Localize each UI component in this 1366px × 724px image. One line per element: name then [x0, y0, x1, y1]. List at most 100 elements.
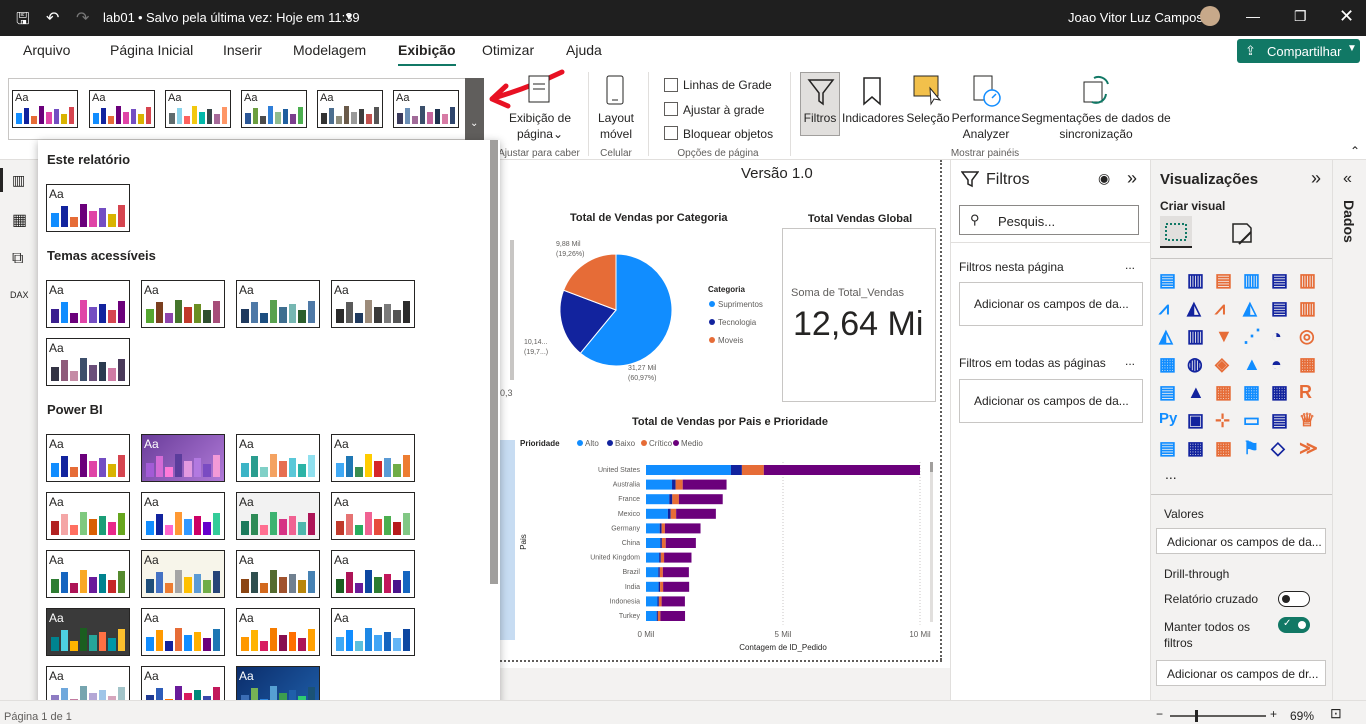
visual-type-icon[interactable]: ▦	[1215, 382, 1237, 404]
visual-type-icon[interactable]: ▦	[1271, 382, 1293, 404]
minimize-icon[interactable]: —	[1246, 8, 1260, 24]
dax-query-icon[interactable]: DAX	[10, 290, 29, 300]
page-filters-dropzone[interactable]: Adicionar os campos de da...	[959, 282, 1143, 326]
theme-thumbnail[interactable]: Aa	[46, 550, 130, 598]
visual-type-icon[interactable]: ▥	[1187, 326, 1209, 348]
gridlines-checkbox[interactable]	[664, 78, 678, 92]
tab-inserir[interactable]: Inserir	[223, 42, 262, 58]
visual-type-icon[interactable]: ▥	[1187, 270, 1209, 292]
snap-grid-checkbox[interactable]	[664, 102, 678, 116]
visual-type-icon[interactable]: ≫	[1299, 438, 1321, 460]
report-view-icon[interactable]: ▥	[12, 172, 25, 189]
visual-type-icon[interactable]: ▤	[1215, 270, 1237, 292]
visual-type-icon[interactable]: ◇	[1271, 438, 1293, 460]
theme-thumbnail[interactable]: Aa	[236, 550, 320, 598]
pie-chart[interactable]: 31,27 Mil (60,97%) 10,14... (19,7...) 9,88 M…	[516, 240, 786, 400]
save-icon[interactable]: 🖫	[16, 8, 30, 35]
bookmarks-button[interactable]: Indicadores	[842, 110, 904, 126]
tab-otimizar[interactable]: Otimizar	[482, 42, 534, 58]
card-visual[interactable]: Total Vendas Global Soma de Total_Vendas…	[782, 213, 936, 402]
build-visual-tab[interactable]	[1160, 216, 1192, 248]
collapse-filters-icon[interactable]: »	[1127, 168, 1137, 189]
visual-type-icon[interactable]: ▤	[1271, 298, 1293, 320]
visual-type-icon[interactable]: ◍	[1187, 354, 1209, 376]
theme-thumbnail[interactable]: Aa	[46, 608, 130, 656]
visual-type-icon[interactable]: ▲	[1243, 354, 1265, 376]
tab-arquivo[interactable]: Arquivo	[23, 42, 70, 58]
visual-type-icon[interactable]: ▤	[1159, 270, 1181, 292]
zoom-out-icon[interactable]: −	[1156, 707, 1163, 721]
stacked-bar-chart[interactable]: Prioridade Alto Baixo Crítico Medio 0 Mil 5 Mi…	[518, 432, 938, 656]
model-view-icon[interactable]: ⧉	[12, 250, 23, 268]
visual-type-icon[interactable]: ▦	[1215, 438, 1237, 460]
data-pane-collapsed[interactable]: « Dados	[1332, 160, 1366, 700]
visual-type-icon[interactable]: ◈	[1215, 354, 1237, 376]
visual-type-icon[interactable]: ▲	[1187, 382, 1209, 404]
keep-filters-toggle[interactable]: ✓	[1278, 617, 1310, 633]
zoom-slider[interactable]	[1170, 715, 1266, 717]
format-visual-icon[interactable]	[1229, 220, 1257, 248]
visual-type-icon[interactable]: ▭	[1243, 410, 1265, 432]
selection-button[interactable]: Seleção	[905, 110, 951, 126]
theme-thumbnail[interactable]: Aa	[236, 608, 320, 656]
filters-search-input[interactable]: ⚲ Pesquis...	[959, 205, 1139, 235]
cross-report-toggle[interactable]	[1278, 591, 1310, 607]
visual-type-icon[interactable]: Py	[1159, 410, 1181, 432]
theme-thumbnail[interactable]: Aa	[46, 434, 130, 482]
visual-type-icon[interactable]: ⊹	[1215, 410, 1237, 432]
tab-pagina-inicial[interactable]: Página Inicial	[110, 42, 193, 58]
save-status[interactable]: Salvo pela última vez: Hoje em 11:39	[146, 10, 360, 25]
visual-type-icon[interactable]: ▤	[1271, 410, 1293, 432]
visual-type-icon[interactable]: ♕	[1299, 410, 1321, 432]
zoom-slider-thumb[interactable]	[1195, 710, 1198, 722]
mobile-layout-button[interactable]: Layout móvel	[592, 110, 640, 142]
theme-thumbnail[interactable]: Aa	[141, 550, 225, 598]
visual-type-icon[interactable]: ▥	[1299, 270, 1321, 292]
more-visuals[interactable]: ...	[1165, 466, 1177, 482]
theme-thumbnail[interactable]: Aa	[331, 280, 415, 328]
visual-type-icon[interactable]: R	[1299, 382, 1321, 404]
visual-type-icon[interactable]: ▤	[1271, 270, 1293, 292]
share-button[interactable]: ⇪ Compartilhar ▼	[1237, 39, 1360, 63]
redo-icon[interactable]: ↷	[76, 8, 89, 28]
all-pages-filters-more[interactable]: ...	[1125, 354, 1135, 368]
all-pages-filters-dropzone[interactable]: Adicionar os campos de da...	[959, 379, 1143, 423]
theme-thumbnail[interactable]: Aa	[141, 608, 225, 656]
filters-pane-button[interactable]	[800, 72, 840, 136]
undo-icon[interactable]: ↶	[46, 8, 59, 28]
visual-type-icon[interactable]: ▥	[1299, 298, 1321, 320]
visual-type-icon[interactable]: ▦	[1187, 438, 1209, 460]
theme-thumbnail[interactable]: Aa	[331, 608, 415, 656]
visual-type-icon[interactable]: ⩘	[1215, 298, 1237, 320]
visual-type-icon[interactable]: ◭	[1243, 298, 1265, 320]
visual-type-icon[interactable]: ▦	[1243, 382, 1265, 404]
theme-thumbnail[interactable]: Aa	[331, 492, 415, 540]
visual-type-icon[interactable]: ⩘	[1159, 298, 1181, 320]
theme-thumbnail[interactable]: Aa	[236, 280, 320, 328]
theme-thumbnail[interactable]: Aa	[141, 434, 225, 482]
theme-thumbnail[interactable]: Aa	[141, 492, 225, 540]
theme-thumbnail[interactable]: Aa	[331, 550, 415, 598]
ribbon-theme-5[interactable]: Aa	[317, 90, 383, 128]
visual-type-icon[interactable]: ◭	[1159, 326, 1181, 348]
theme-thumbnail[interactable]: Aa	[46, 184, 130, 232]
visual-type-icon[interactable]: ◓	[1271, 354, 1293, 376]
drillthrough-dropzone[interactable]: Adicionar os campos de dr...	[1156, 660, 1326, 686]
visual-type-icon[interactable]: ▥	[1243, 270, 1265, 292]
values-dropzone[interactable]: Adicionar os campos de da...	[1156, 528, 1326, 554]
tab-ajuda[interactable]: Ajuda	[566, 42, 602, 58]
theme-thumbnail[interactable]: Aa	[236, 434, 320, 482]
maximize-icon[interactable]: ❐	[1294, 8, 1307, 25]
save-status-chevron-icon[interactable]: ▼	[344, 12, 354, 23]
ribbon-theme-3[interactable]: Aa	[165, 90, 231, 128]
theme-thumbnail[interactable]: Aa	[46, 280, 130, 328]
user-name[interactable]: Joao Vitor Luz Campos	[1068, 10, 1203, 25]
lock-objects-checkbox[interactable]	[664, 126, 678, 140]
visual-type-icon[interactable]: ▤	[1159, 382, 1181, 404]
theme-thumbnail[interactable]: Aa	[141, 280, 225, 328]
performance-analyzer-button[interactable]: Performance Analyzer	[950, 110, 1022, 142]
visual-type-icon[interactable]: ▣	[1187, 410, 1209, 432]
ribbon-theme-4[interactable]: Aa	[241, 90, 307, 128]
table-view-icon[interactable]: ▦	[12, 210, 27, 230]
visual-type-icon[interactable]: ▦	[1159, 354, 1181, 376]
